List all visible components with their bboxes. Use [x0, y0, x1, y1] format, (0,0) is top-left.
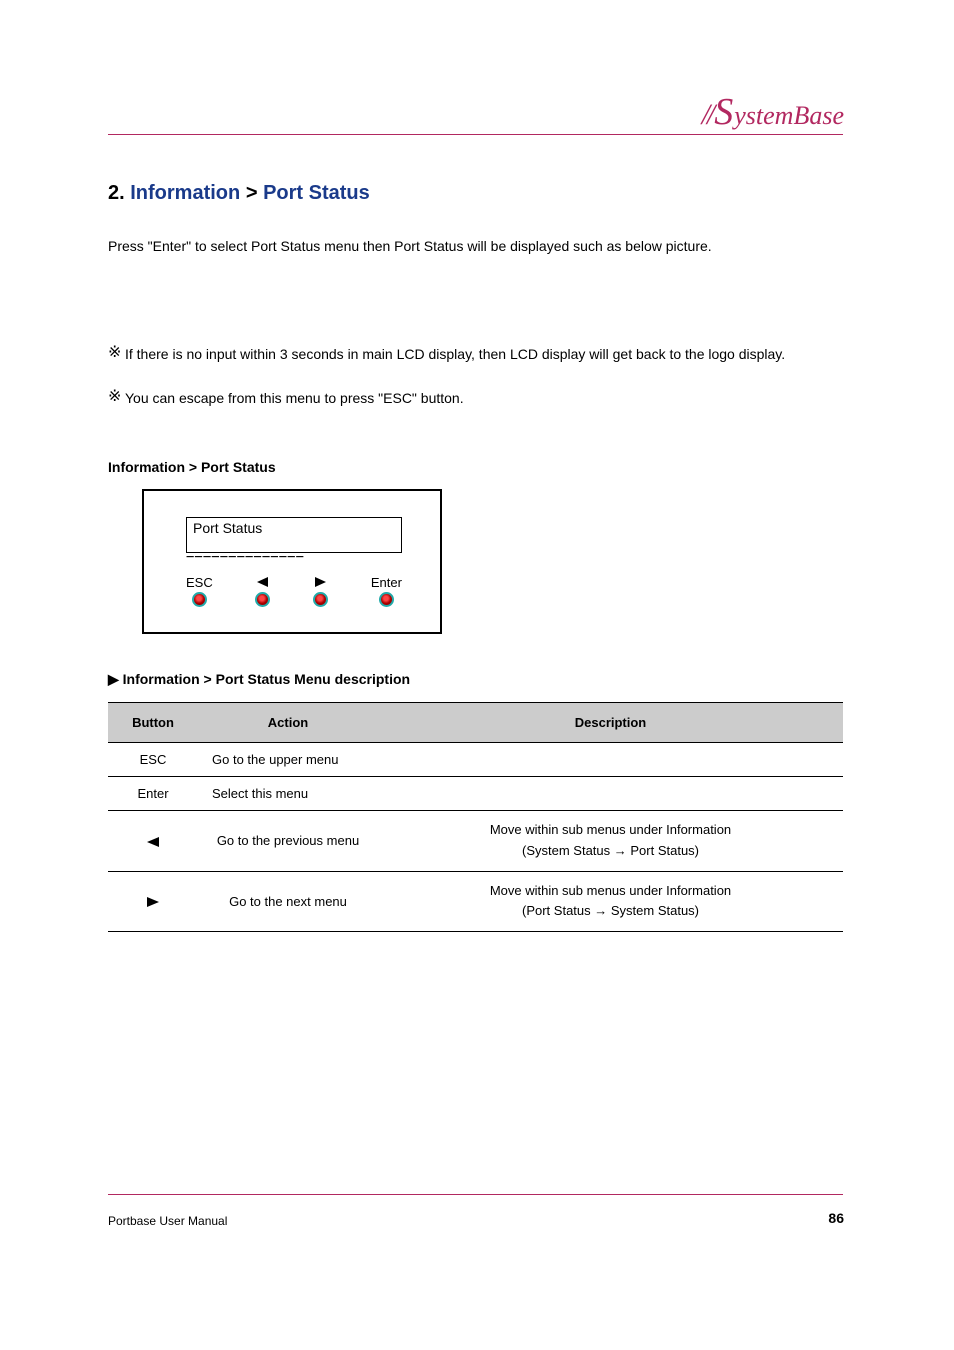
table-title: ▶ Information > Port Status Menu descrip… [108, 671, 410, 688]
note-2: You can escape from this menu to press "… [125, 388, 843, 410]
brand-slashes: // [702, 98, 713, 132]
cell-button [108, 811, 198, 872]
cell-description: Move within sub menus under Information … [378, 811, 843, 872]
esc-button[interactable]: ESC [186, 575, 213, 607]
section-number: 2. [108, 182, 125, 204]
cell-button: ESC [108, 743, 198, 777]
note-bullet-2: ※ [108, 386, 121, 408]
header-divider [108, 134, 843, 135]
left-led-icon [255, 592, 270, 607]
th-action: Action [198, 703, 378, 743]
section-arrow: > [246, 182, 258, 204]
right-button[interactable] [313, 575, 328, 607]
table-row: ESC Go to the upper menu [108, 743, 843, 777]
lcd-panel: Port Status −−−−−−−−−−−−−− ESC Enter [142, 489, 442, 634]
cell-action: Go to the previous menu [198, 811, 378, 872]
left-arrow-icon [257, 575, 268, 589]
menu-description-table: Button Action Description ESC Go to the … [108, 702, 843, 932]
cell-action: Select this menu [198, 777, 843, 811]
esc-led-icon [192, 592, 207, 607]
cell-action: Go to the next menu [198, 871, 378, 932]
page-number: 86 [828, 1210, 844, 1226]
footer-divider [108, 1194, 843, 1195]
section-title: 2. Information > Port Status [108, 182, 370, 205]
right-arrow-icon [315, 575, 326, 589]
lcd-title: Port Status [193, 520, 262, 536]
desc-line1: Move within sub menus under Information [490, 883, 731, 898]
enter-label: Enter [371, 575, 402, 589]
esc-label: ESC [186, 575, 213, 589]
left-arrow-icon [147, 837, 159, 847]
note-bullet-1: ※ [108, 342, 121, 364]
brand-letter-s: S [714, 90, 733, 134]
th-button: Button [108, 703, 198, 743]
right-arrow-icon [147, 897, 159, 907]
subsection-title: Information > Port Status [108, 459, 276, 475]
cell-description: Move within sub menus under Information … [378, 871, 843, 932]
enter-led-icon [379, 592, 394, 607]
lcd-display: Port Status [186, 517, 402, 553]
footer-manual-title: Portbase User Manual [108, 1214, 227, 1228]
cell-button [108, 871, 198, 932]
section-info: Information [130, 182, 240, 204]
brand-logo: // S ystemBase [702, 90, 844, 134]
lcd-separator: −−−−−−−−−−−−−− [186, 549, 304, 565]
paragraph-intro: Press "Enter" to select Port Status menu… [108, 236, 843, 258]
th-description: Description [378, 703, 843, 743]
lcd-buttons-row: ESC Enter [186, 575, 402, 607]
desc-line1: Move within sub menus under Information [490, 822, 731, 837]
left-button[interactable] [255, 575, 270, 607]
note-1: If there is no input within 3 seconds in… [125, 344, 843, 366]
desc-line2: (System Status → Port Status) [522, 843, 699, 858]
table-row: Enter Select this menu [108, 777, 843, 811]
desc-line2: (Port Status → System Status) [522, 903, 699, 918]
brand-rest: ystemBase [734, 101, 844, 131]
table-row: Go to the previous menu Move within sub … [108, 811, 843, 872]
table-row: Go to the next menu Move within sub menu… [108, 871, 843, 932]
right-led-icon [313, 592, 328, 607]
section-port-status: Port Status [263, 182, 370, 204]
cell-action: Go to the upper menu [198, 743, 843, 777]
enter-button[interactable]: Enter [371, 575, 402, 607]
cell-button: Enter [108, 777, 198, 811]
